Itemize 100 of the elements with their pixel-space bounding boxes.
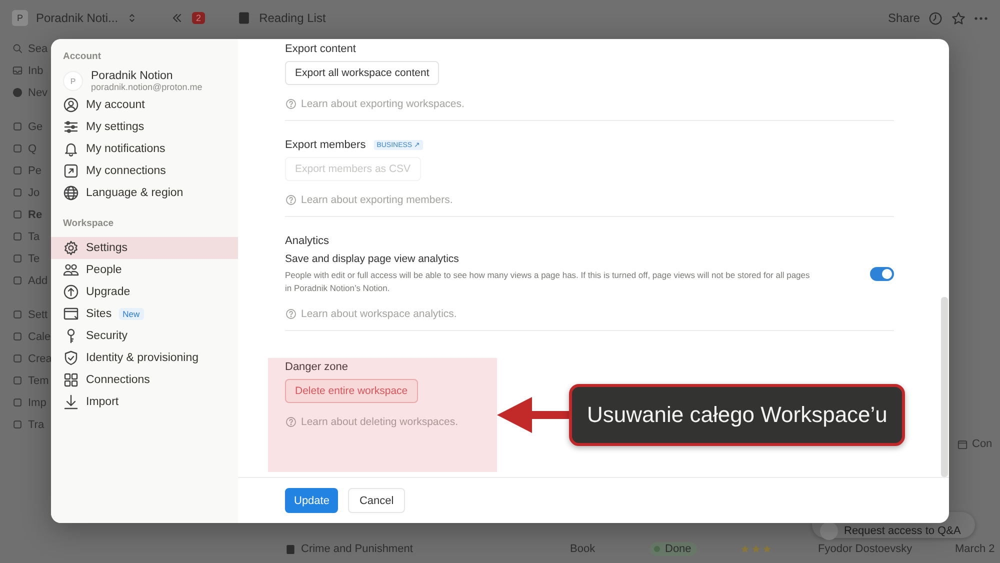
bell-icon xyxy=(63,141,79,157)
sidebar-item[interactable]: Inb xyxy=(28,64,44,76)
nav-item-label: Settings xyxy=(86,242,128,254)
sidebar-icon xyxy=(12,65,23,76)
nav-item-label: Connections xyxy=(86,374,150,386)
page-title[interactable]: Reading List xyxy=(259,11,326,25)
nav-item[interactable]: Import xyxy=(51,391,238,413)
analytics-toggle[interactable] xyxy=(870,266,894,281)
sidebar-icon xyxy=(12,143,23,154)
nav-item[interactable]: My settings xyxy=(51,116,238,138)
share-button[interactable]: Share xyxy=(888,11,920,25)
upgrade-icon xyxy=(63,284,79,300)
sidebar-icon xyxy=(12,375,23,386)
nav-item[interactable]: Language & region xyxy=(51,182,238,204)
help-link[interactable]: Learn about exporting workspaces. xyxy=(301,98,464,110)
sidebar-item[interactable]: Ge xyxy=(28,120,43,132)
status-tag: Done xyxy=(650,542,698,556)
sidebar-icon xyxy=(12,397,23,408)
nav-item[interactable]: Upgrade xyxy=(51,281,238,303)
book-icon xyxy=(285,544,296,554)
sidebar-icon xyxy=(12,87,23,98)
sidebar-item[interactable]: Imp xyxy=(28,396,46,408)
nav-item-label: My account xyxy=(86,99,145,111)
more-icon[interactable] xyxy=(974,16,988,20)
sidebar-icon xyxy=(12,187,23,198)
row-title[interactable]: Crime and Punishment xyxy=(301,543,413,555)
annotation-callout: Usuwanie całego Workspace’u xyxy=(569,384,906,446)
sidebar-item[interactable]: Cale xyxy=(28,330,51,342)
update-button[interactable]: Update xyxy=(285,488,338,513)
user-icon xyxy=(63,97,79,113)
nav-item[interactable]: Settings xyxy=(51,237,238,259)
cancel-button[interactable]: Cancel xyxy=(348,488,405,513)
download-icon xyxy=(63,394,79,410)
nav-item-label: My settings xyxy=(86,121,144,133)
help-icon xyxy=(285,98,297,110)
sidebar-item[interactable]: Nev xyxy=(28,86,48,98)
sidebar-item[interactable]: Sea xyxy=(28,42,48,54)
nav-item[interactable]: My account xyxy=(51,94,238,116)
sidebar-icon xyxy=(12,275,23,286)
nav-item[interactable]: Connections xyxy=(51,369,238,391)
help-link[interactable]: Learn about deleting workspaces. xyxy=(301,416,458,428)
external-link-icon xyxy=(63,163,79,179)
sidebar-item[interactable]: Tem xyxy=(28,374,49,386)
nav-item-label: People xyxy=(86,264,122,276)
workspace-avatar[interactable]: P xyxy=(12,10,28,26)
setting-label: Save and display page view analytics xyxy=(285,253,460,265)
sidebar-icon xyxy=(12,309,23,320)
sidebar-item[interactable]: Jo xyxy=(28,186,40,198)
gear-icon xyxy=(63,240,79,256)
clock-icon xyxy=(928,10,943,26)
help-link[interactable]: Learn about exporting members. xyxy=(301,194,453,206)
setting-description: People with edit or full access will be able to see how many views a page has. If this is turned off, page views will not be stored for all pages in Poradnik Notion’s Notion. xyxy=(285,269,810,294)
user-email: poradnik.notion@proton.me xyxy=(91,82,202,92)
sidebar-icon xyxy=(12,353,23,364)
people-icon xyxy=(63,262,79,278)
nav-item-label: Language & region xyxy=(86,187,184,199)
browser-window-icon xyxy=(63,306,79,322)
nav-item[interactable]: People xyxy=(51,259,238,281)
page-icon xyxy=(237,11,252,25)
help-link[interactable]: Learn about workspace analytics. xyxy=(301,308,457,320)
sidebar-item[interactable]: Q xyxy=(28,142,37,154)
property-label: Con xyxy=(972,438,992,450)
calendar-icon xyxy=(957,438,968,450)
sidebar-item[interactable]: Pe xyxy=(28,164,42,176)
sidebar-item[interactable]: Tra xyxy=(28,418,44,430)
sidebar-item[interactable]: Re xyxy=(28,208,42,220)
nav-section-label: Account xyxy=(62,51,102,62)
nav-item[interactable]: Sites New xyxy=(51,303,238,325)
nav-item[interactable]: Identity & provisioning xyxy=(51,347,238,369)
sidebar-icon xyxy=(12,121,23,132)
nav-item-label: My connections xyxy=(86,165,166,177)
nav-item-label: Upgrade xyxy=(86,286,130,298)
nav-item[interactable]: My connections xyxy=(51,160,238,182)
table-cell-text: Fyodor Dostoevsky xyxy=(818,543,914,555)
sidebar-item[interactable]: Crea xyxy=(28,352,52,364)
sidebar-icon xyxy=(12,165,23,176)
section-title: Export content xyxy=(285,43,356,55)
nav-item[interactable]: Security xyxy=(51,325,238,347)
delete-workspace-button[interactable]: Delete entire workspace xyxy=(285,378,418,402)
sidebar-icon xyxy=(12,209,23,220)
table-cell-text: March 2 xyxy=(955,543,996,555)
new-badge: New xyxy=(118,308,144,320)
nav-item-label: My notifications xyxy=(86,143,166,155)
workspace-name[interactable]: Poradnik Noti... xyxy=(36,11,118,25)
sidebar-item[interactable]: Add xyxy=(28,274,48,286)
sidebar-icon xyxy=(12,419,23,430)
help-icon xyxy=(285,308,297,320)
scrollbar[interactable] xyxy=(941,297,948,477)
sidebar-item[interactable]: Te xyxy=(28,252,40,264)
export-button[interactable]: Export all workspace content xyxy=(285,61,440,85)
grid-icon xyxy=(63,372,79,388)
notification-badge: 2 xyxy=(192,12,206,24)
user-avatar: P xyxy=(63,71,83,91)
nav-item-label: Identity & provisioning xyxy=(86,352,199,364)
sidebar-item[interactable]: Ta xyxy=(28,230,40,242)
sidebar-item[interactable]: Sett xyxy=(28,308,48,320)
nav-item[interactable]: My notifications xyxy=(51,138,238,160)
help-icon xyxy=(285,194,297,206)
sidebar-icon xyxy=(12,331,23,342)
help-icon xyxy=(285,416,297,428)
